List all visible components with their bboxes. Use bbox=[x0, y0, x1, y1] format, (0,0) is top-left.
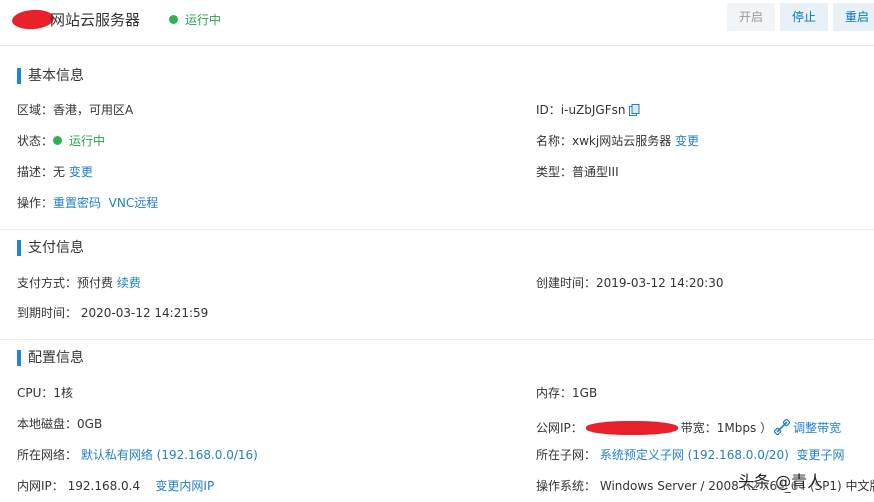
ops-row: 操作：重置密码 VNC远程 bbox=[17, 195, 158, 211]
adjust-bandwidth-link[interactable]: 调整带宽 bbox=[793, 421, 841, 435]
desc-value: 无 bbox=[53, 165, 66, 179]
type-label: 类型： bbox=[536, 165, 573, 179]
id-value: i-uZbJGFsn bbox=[560, 103, 626, 117]
type-value: 普通型III bbox=[572, 165, 619, 179]
redaction-mark bbox=[11, 8, 55, 31]
status-text: 运行中 bbox=[185, 13, 222, 27]
instance-header: 网站云服务器 运行中 开启 停止 重启 bbox=[0, 0, 874, 46]
expire-row: 到期时间： 2020-03-12 14:21:59 bbox=[17, 305, 208, 321]
type-row: 类型：普通型III bbox=[536, 164, 619, 180]
disk-value: 0GB bbox=[77, 417, 103, 431]
cpu-row: CPU：1核 bbox=[17, 385, 73, 401]
cpu-label: CPU： bbox=[17, 386, 54, 400]
region-row: 区域：香港，可用区A bbox=[17, 102, 133, 118]
change-name-link[interactable]: 变更 bbox=[675, 134, 699, 148]
id-row: ID：i-uZbJGFsn bbox=[536, 102, 640, 118]
name-value: xwkj网站云服务器 bbox=[572, 134, 672, 148]
instance-title: 网站云服务器 bbox=[50, 11, 141, 29]
section-title-basic: 基本信息 bbox=[17, 67, 84, 85]
mem-value: 1GB bbox=[572, 386, 598, 400]
renew-link[interactable]: 续费 bbox=[117, 276, 141, 290]
bandwidth-text: 带宽：1Mbps ） bbox=[680, 421, 773, 435]
state-row: 状态： 运行中 bbox=[17, 133, 105, 149]
name-row: 名称：xwkj网站云服务器 变更 bbox=[536, 133, 699, 149]
disk-label: 本地磁盘： bbox=[17, 417, 78, 431]
divider bbox=[0, 229, 874, 230]
public-ip-row: 公网IP： 带宽：1Mbps ） 调整带宽 bbox=[536, 416, 841, 436]
running-status-icon bbox=[169, 15, 178, 24]
os-value: Windows Server / 2008 R2 x64_64 (SP1) 中文… bbox=[599, 479, 874, 493]
mem-row: 内存：1GB bbox=[536, 385, 597, 401]
public-ip-label: 公网IP： bbox=[536, 421, 583, 435]
network-label: 所在网络： bbox=[17, 448, 78, 462]
redacted-ip-mark bbox=[585, 420, 678, 435]
expire-value: 2020-03-12 14:21:59 bbox=[80, 306, 209, 320]
region-label: 区域： bbox=[17, 103, 54, 117]
vnc-remote-link[interactable]: VNC远程 bbox=[109, 196, 159, 210]
cpu-value: 1核 bbox=[53, 386, 74, 400]
id-label: ID： bbox=[536, 103, 561, 117]
pay-method-label: 支付方式： bbox=[17, 276, 78, 290]
subnet-row: 所在子网： 系统预定义子网 (192.168.0.0/20) 变更子网 bbox=[536, 447, 845, 463]
lan-ip-value: 192.168.0.4 bbox=[67, 479, 141, 493]
name-label: 名称： bbox=[536, 134, 573, 148]
change-lan-ip-link[interactable]: 变更内网IP bbox=[155, 479, 214, 493]
desc-label: 描述： bbox=[17, 165, 54, 179]
pay-method-row: 支付方式：预付费 续费 bbox=[17, 275, 141, 291]
lan-ip-row: 内网IP： 192.168.0.4 变更内网IP bbox=[17, 478, 214, 494]
start-button[interactable]: 开启 bbox=[727, 3, 775, 31]
expire-label: 到期时间： bbox=[17, 306, 78, 320]
created-row: 创建时间：2019-03-12 14:20:30 bbox=[536, 275, 723, 291]
state-value: 运行中 bbox=[69, 134, 106, 148]
change-desc-link[interactable]: 变更 bbox=[69, 165, 93, 179]
watermark-text: 头条 @青人 bbox=[738, 472, 824, 491]
section-title-payment: 支付信息 bbox=[17, 239, 84, 257]
created-value: 2019-03-12 14:20:30 bbox=[596, 276, 724, 290]
reset-password-link[interactable]: 重置密码 bbox=[53, 196, 101, 210]
change-subnet-link[interactable]: 变更子网 bbox=[797, 448, 845, 462]
adjust-bandwidth-icon[interactable] bbox=[774, 419, 791, 435]
state-label: 状态： bbox=[17, 134, 54, 148]
copy-icon[interactable] bbox=[628, 104, 640, 116]
divider bbox=[0, 339, 874, 340]
desc-row: 描述：无 变更 bbox=[17, 164, 93, 180]
network-link[interactable]: 默认私有网络 (192.168.0.0/16) bbox=[81, 448, 258, 462]
lan-ip-label: 内网IP： bbox=[17, 479, 64, 493]
pay-method-value: 预付费 bbox=[77, 276, 114, 290]
running-status-icon bbox=[53, 136, 63, 145]
restart-button[interactable]: 重启 bbox=[833, 3, 874, 31]
subnet-label: 所在子网： bbox=[536, 448, 597, 462]
stop-button[interactable]: 停止 bbox=[780, 3, 828, 31]
subnet-link[interactable]: 系统预定义子网 (192.168.0.0/20) bbox=[600, 448, 789, 462]
network-row: 所在网络： 默认私有网络 (192.168.0.0/16) bbox=[17, 447, 258, 463]
os-label: 操作系统： bbox=[536, 479, 597, 493]
instance-status: 运行中 bbox=[169, 10, 221, 30]
region-value: 香港，可用区A bbox=[53, 103, 134, 117]
section-title-config: 配置信息 bbox=[17, 349, 84, 367]
ops-label: 操作： bbox=[17, 196, 54, 210]
os-row: 操作系统： Windows Server / 2008 R2 x64_64 (S… bbox=[536, 478, 874, 494]
mem-label: 内存： bbox=[536, 386, 573, 400]
created-label: 创建时间： bbox=[536, 276, 597, 290]
disk-row: 本地磁盘：0GB bbox=[17, 416, 102, 432]
